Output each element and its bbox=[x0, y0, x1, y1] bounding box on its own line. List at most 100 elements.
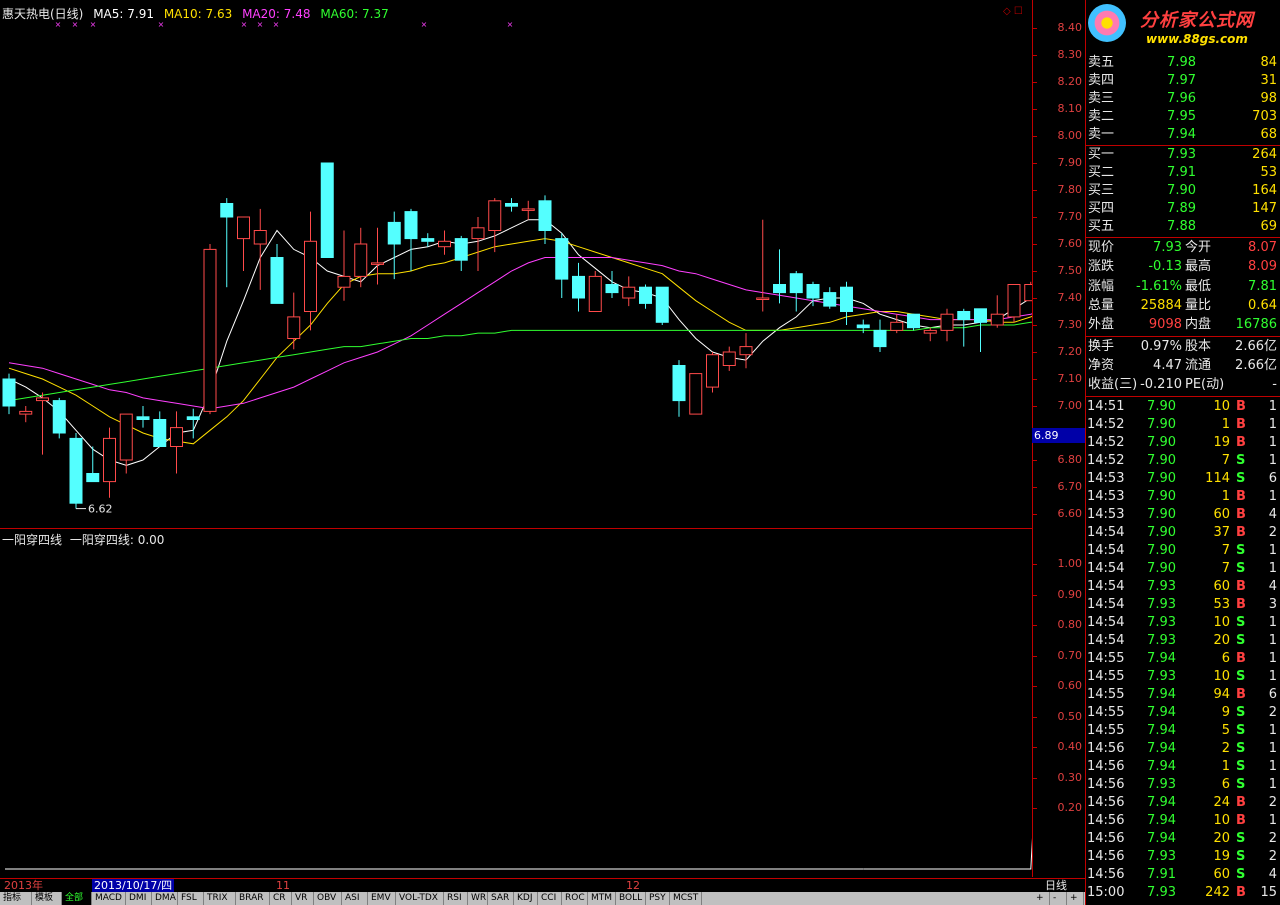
candle[interactable] bbox=[940, 308, 954, 342]
candle[interactable] bbox=[421, 233, 435, 247]
candle[interactable] bbox=[337, 230, 351, 301]
tick-price: 7.94 bbox=[1147, 795, 1176, 811]
indicator-tab[interactable]: WR bbox=[468, 892, 488, 905]
candle[interactable] bbox=[203, 244, 217, 415]
indicator-tab[interactable]: VR bbox=[292, 892, 314, 905]
candle[interactable] bbox=[52, 397, 66, 439]
candle[interactable] bbox=[856, 319, 870, 334]
candle[interactable] bbox=[505, 198, 518, 212]
candle[interactable] bbox=[438, 230, 451, 255]
candle[interactable] bbox=[739, 333, 753, 369]
tab-scroll-button[interactable]: + bbox=[1033, 892, 1050, 905]
candle[interactable] bbox=[320, 162, 334, 258]
candle[interactable] bbox=[153, 411, 167, 447]
indicator-tab[interactable]: DMI bbox=[126, 892, 152, 905]
bid-row: 买五 7.88 69 bbox=[1086, 218, 1279, 236]
candle[interactable] bbox=[706, 352, 719, 393]
candle-body bbox=[287, 316, 301, 339]
candle[interactable] bbox=[371, 227, 384, 285]
candle[interactable] bbox=[605, 271, 619, 298]
candle[interactable] bbox=[622, 276, 636, 307]
candle[interactable] bbox=[69, 433, 83, 509]
indicator-tab[interactable]: TRIX bbox=[204, 892, 236, 905]
stat-label: 涨幅 bbox=[1088, 278, 1115, 294]
candle[interactable] bbox=[823, 287, 837, 309]
candle[interactable] bbox=[974, 308, 987, 352]
price-tick-mark bbox=[1033, 244, 1037, 245]
indicator-tab[interactable]: MTM bbox=[588, 892, 616, 905]
indicator-tab[interactable]: VOL-TDX bbox=[396, 892, 444, 905]
indicator-tab[interactable]: BRAR bbox=[236, 892, 270, 905]
candle[interactable] bbox=[572, 262, 585, 312]
indicator-tab[interactable]: PSY bbox=[646, 892, 670, 905]
candle[interactable] bbox=[387, 211, 401, 280]
candle[interactable] bbox=[253, 208, 267, 290]
indicator-tab[interactable]: 全部 bbox=[62, 892, 92, 905]
candle[interactable] bbox=[806, 281, 820, 307]
candle[interactable] bbox=[404, 208, 418, 271]
candle[interactable] bbox=[907, 313, 920, 331]
indicator-tab[interactable]: DMA bbox=[152, 892, 178, 905]
chart-corner-icons[interactable]: ◇ ☐ bbox=[1003, 6, 1023, 17]
candle[interactable] bbox=[923, 327, 937, 342]
candle[interactable] bbox=[103, 427, 116, 498]
candle[interactable] bbox=[237, 216, 250, 271]
candle[interactable] bbox=[220, 198, 234, 288]
indicator-tab[interactable]: CR bbox=[270, 892, 292, 905]
candle[interactable] bbox=[19, 406, 33, 423]
candle[interactable] bbox=[1024, 281, 1032, 302]
candle[interactable] bbox=[756, 219, 770, 312]
candle[interactable] bbox=[1007, 284, 1021, 323]
candle[interactable] bbox=[471, 217, 485, 271]
chart-area[interactable]: ×××××××××8.416.62 bbox=[0, 0, 1034, 878]
candle[interactable] bbox=[521, 200, 535, 220]
candle[interactable] bbox=[873, 319, 887, 352]
tick-count: 2 bbox=[1268, 525, 1277, 541]
candle[interactable] bbox=[119, 413, 133, 474]
candle[interactable] bbox=[186, 408, 200, 439]
indicator-tab[interactable]: KDJ bbox=[514, 892, 538, 905]
indicator-tab[interactable]: OBV bbox=[314, 892, 342, 905]
candle[interactable] bbox=[789, 271, 803, 312]
indicator-tab[interactable]: BOLL bbox=[616, 892, 646, 905]
candle[interactable] bbox=[488, 198, 502, 253]
candle[interactable] bbox=[136, 406, 150, 428]
indicator-tab[interactable]: MCST bbox=[670, 892, 702, 905]
indicator-tab[interactable]: MACD bbox=[92, 892, 126, 905]
indicator-tick-mark bbox=[1033, 777, 1037, 779]
candle[interactable] bbox=[890, 314, 904, 334]
candle[interactable] bbox=[555, 233, 569, 298]
candle[interactable] bbox=[270, 244, 284, 304]
candle[interactable] bbox=[304, 211, 317, 331]
indicator-tab[interactable]: ROC bbox=[562, 892, 588, 905]
candle[interactable] bbox=[538, 195, 552, 244]
candle[interactable] bbox=[588, 271, 602, 312]
candle[interactable] bbox=[990, 295, 1004, 328]
indicator-tab[interactable]: 指标 bbox=[0, 892, 32, 905]
indicator-tab[interactable]: RSI bbox=[444, 892, 468, 905]
candle[interactable] bbox=[639, 284, 652, 309]
indicator-tab[interactable]: FSL bbox=[178, 892, 204, 905]
indicator-tab[interactable]: 模板 bbox=[32, 892, 62, 905]
candle[interactable] bbox=[287, 292, 301, 350]
candle[interactable] bbox=[454, 235, 468, 271]
tab-scroll-button[interactable]: + bbox=[1067, 892, 1084, 905]
candle[interactable] bbox=[672, 360, 686, 417]
indicator-chart[interactable] bbox=[0, 529, 1032, 878]
candle[interactable] bbox=[655, 286, 669, 325]
indicator-tab[interactable]: ASI bbox=[342, 892, 368, 905]
candle[interactable] bbox=[722, 346, 736, 371]
candle[interactable] bbox=[170, 411, 183, 474]
candle[interactable] bbox=[2, 373, 16, 415]
indicator-tick-label: 0.90 bbox=[1057, 587, 1083, 601]
candle[interactable] bbox=[689, 373, 703, 415]
tick-volume: 20 bbox=[1213, 831, 1230, 847]
candle[interactable] bbox=[773, 249, 786, 304]
tab-scroll-button[interactable]: - bbox=[1050, 892, 1067, 905]
indicator-tab[interactable]: SAR bbox=[488, 892, 514, 905]
price-chart[interactable]: ×××××××××8.416.62 bbox=[0, 0, 1032, 529]
indicator-tab[interactable]: CCI bbox=[538, 892, 562, 905]
indicator-line bbox=[863, 837, 1032, 870]
period-label[interactable]: 日线 bbox=[1045, 879, 1067, 893]
indicator-tab[interactable]: EMV bbox=[368, 892, 396, 905]
